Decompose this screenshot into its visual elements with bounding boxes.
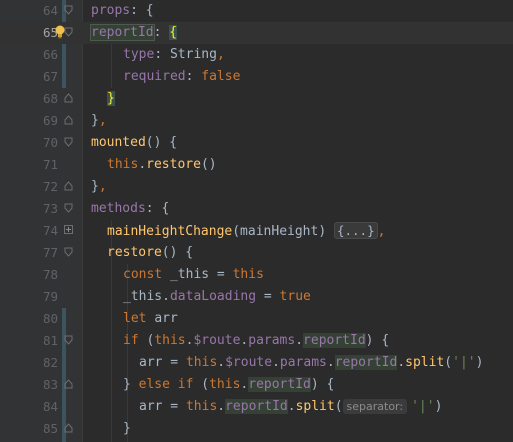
code-text: arr = this.$route.params.reportId.split(… <box>139 355 484 370</box>
code-text: restore() { <box>107 245 194 260</box>
code-text: }, <box>91 113 107 128</box>
code-text: this.restore() <box>107 157 217 172</box>
code-line[interactable]: 69 }, <box>0 110 513 132</box>
code-text: type: String, <box>123 47 225 62</box>
code-line-current[interactable]: 65 reportId: { <box>0 22 513 44</box>
line-number: 79 <box>42 289 58 304</box>
line-number: 69 <box>42 113 58 128</box>
fold-arrow-icon[interactable] <box>64 93 73 103</box>
code-text: arr = this.reportId.split(separator: '|') <box>139 399 443 414</box>
fold-arrow-icon[interactable] <box>64 137 73 147</box>
code-line[interactable]: 68 } <box>0 88 513 110</box>
fold-expand-icon[interactable] <box>64 225 73 235</box>
code-line[interactable]: 74 mainHeightChange(mainHeight) {...}, <box>0 220 513 242</box>
code-line[interactable]: 80 let arr <box>0 308 513 330</box>
code-text: } <box>123 421 131 436</box>
code-text: }, <box>91 179 107 194</box>
line-number: 77 <box>42 245 58 260</box>
code-line[interactable]: 72 }, <box>0 176 513 198</box>
code-text: const _this = this <box>123 267 264 282</box>
fold-arrow-icon[interactable] <box>64 203 73 213</box>
fold-arrow-icon[interactable] <box>64 115 73 125</box>
line-number: 82 <box>42 355 58 370</box>
line-number: 85 <box>42 421 58 436</box>
line-number: 64 <box>42 3 58 18</box>
code-line[interactable]: 73 methods: { <box>0 198 513 220</box>
line-number: 74 <box>42 223 58 238</box>
code-line[interactable]: 81 if (this.$route.params.reportId) { <box>0 330 513 352</box>
fold-arrow-icon[interactable] <box>64 181 73 191</box>
line-number: 72 <box>42 179 58 194</box>
folded-region[interactable]: {...} <box>333 221 378 239</box>
fold-arrow-icon[interactable] <box>64 5 73 15</box>
code-line[interactable]: 84 arr = this.reportId.split(separator: '… <box>0 396 513 418</box>
line-number: 70 <box>42 135 58 150</box>
code-text: let arr <box>123 311 178 326</box>
code-text: } <box>107 91 115 106</box>
code-text: reportId: { <box>90 24 178 41</box>
line-number: 73 <box>42 201 58 216</box>
code-text: if (this.$route.params.reportId) { <box>123 333 390 348</box>
line-number: 80 <box>42 311 58 326</box>
code-line[interactable]: 78 const _this = this <box>0 264 513 286</box>
code-text: mainHeightChange(mainHeight) {...}, <box>107 221 386 239</box>
line-number: 71 <box>42 157 58 172</box>
fold-arrow-icon[interactable] <box>64 379 73 389</box>
code-text: mounted() { <box>91 135 178 150</box>
code-line[interactable]: 85 } <box>0 418 513 440</box>
code-text: } else if (this.reportId) { <box>123 377 335 392</box>
fold-arrow-icon[interactable] <box>64 27 73 37</box>
code-line[interactable]: 83 } else if (this.reportId) { <box>0 374 513 396</box>
line-number: 68 <box>42 91 58 106</box>
code-text: methods: { <box>91 201 170 216</box>
code-editor[interactable]: 64 props: { 65 reportId: { 66 type: Stri… <box>0 0 513 442</box>
line-number: 78 <box>42 267 58 282</box>
code-line[interactable]: 82 arr = this.$route.params.reportId.spl… <box>0 352 513 374</box>
code-line[interactable]: 66 type: String, <box>0 44 513 66</box>
line-number: 65 <box>42 25 58 40</box>
code-line[interactable]: 67 required: false <box>0 66 513 88</box>
line-number: 66 <box>42 47 58 62</box>
fold-arrow-icon[interactable] <box>64 423 73 433</box>
fold-arrow-icon[interactable] <box>64 247 73 257</box>
line-number: 81 <box>42 333 58 348</box>
line-number: 67 <box>42 69 58 84</box>
code-text: props: { <box>91 3 154 18</box>
code-text: required: false <box>123 69 241 84</box>
line-number: 83 <box>42 377 58 392</box>
code-line[interactable]: 64 props: { <box>0 0 513 22</box>
fold-arrow-icon[interactable] <box>64 335 73 345</box>
code-line[interactable]: 77 restore() { <box>0 242 513 264</box>
code-text: _this.dataLoading = true <box>123 289 311 304</box>
line-number: 84 <box>42 399 58 414</box>
parameter-hint: separator: <box>342 399 408 414</box>
code-line[interactable]: 79 _this.dataLoading = true <box>0 286 513 308</box>
code-line[interactable]: 70 mounted() { <box>0 132 513 154</box>
code-line[interactable]: 71 this.restore() <box>0 154 513 176</box>
